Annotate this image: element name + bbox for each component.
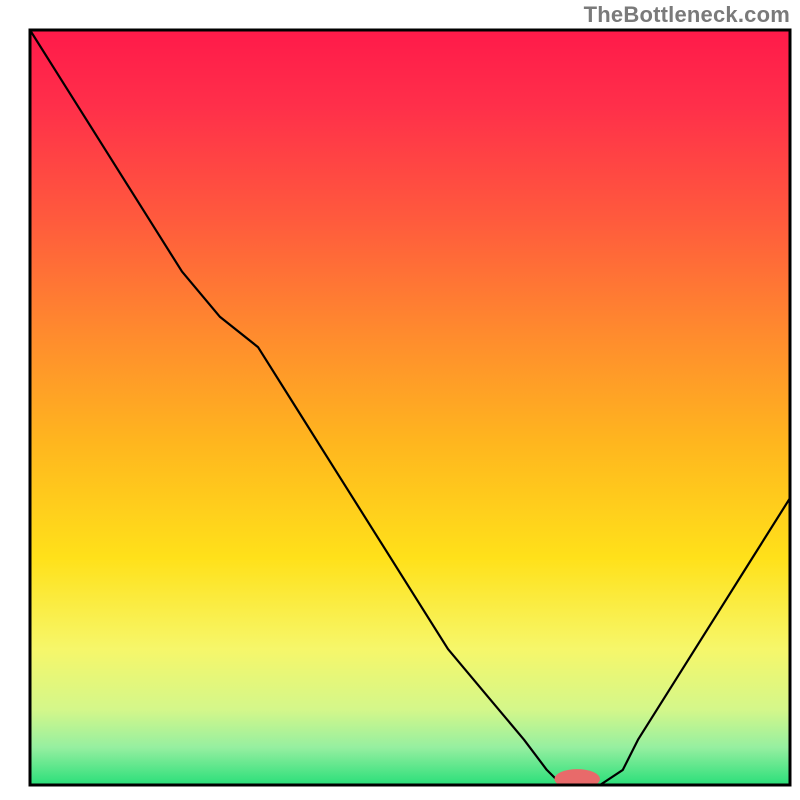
bottleneck-chart (0, 0, 800, 800)
watermark-text: TheBottleneck.com (584, 2, 790, 28)
plot-background (30, 30, 790, 785)
chart-container: TheBottleneck.com (0, 0, 800, 800)
